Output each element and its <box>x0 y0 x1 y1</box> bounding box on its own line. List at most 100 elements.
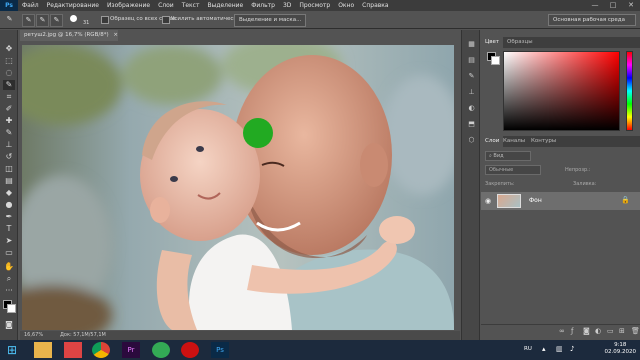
close-document-icon[interactable]: × <box>113 32 118 38</box>
3d-panel-icon[interactable]: ⬡ <box>466 136 477 145</box>
color-background-swatch[interactable] <box>491 56 500 65</box>
layer-filter-select[interactable]: ⌕ Вид <box>485 151 531 161</box>
history-panel-icon[interactable]: ▦ <box>466 40 477 49</box>
photo-canvas[interactable] <box>22 45 454 330</box>
photoshop-taskbar-icon[interactable]: Ps <box>211 342 229 358</box>
subtract-selection-icon[interactable]: ✎ <box>50 14 63 27</box>
type-tool-icon[interactable]: T <box>3 224 15 234</box>
tab-color[interactable]: Цвет <box>481 37 504 48</box>
media-player-icon[interactable] <box>64 342 82 358</box>
photoshop-logo: Ps <box>0 0 18 11</box>
history-brush-tool-icon[interactable]: ↺ <box>3 152 15 162</box>
blend-mode-select[interactable]: Обычные <box>485 165 541 175</box>
chrome-icon[interactable] <box>92 342 110 358</box>
menu-view[interactable]: Просмотр <box>295 0 334 11</box>
add-selection-icon[interactable]: ✎ <box>36 14 49 27</box>
language-indicator[interactable]: RU <box>524 346 532 352</box>
menu-filter[interactable]: Фильтр <box>247 0 279 11</box>
menu-image[interactable]: Изображение <box>103 0 154 11</box>
menu-file[interactable]: Файл <box>18 0 43 11</box>
menu-select[interactable]: Выделение <box>203 0 247 11</box>
file-explorer-icon[interactable] <box>34 342 52 358</box>
brush-size-value[interactable]: 31 <box>83 20 89 26</box>
volume-icon[interactable]: ♪ <box>570 345 574 353</box>
menu-text[interactable]: Текст <box>178 0 204 11</box>
gradient-tool-icon[interactable]: ▤ <box>3 176 15 186</box>
auto-enhance-checkbox[interactable] <box>162 16 170 24</box>
layer-mask-icon[interactable]: ◙ <box>583 327 590 335</box>
group-icon[interactable]: ▭ <box>607 327 614 335</box>
layer-style-icon[interactable]: ƒ <box>571 327 573 335</box>
select-and-mask-button[interactable]: Выделение и маска... <box>234 14 307 27</box>
properties-panel-icon[interactable]: ▤ <box>466 56 477 65</box>
maximize-button[interactable]: □ <box>604 0 622 11</box>
hand-tool-icon[interactable]: ✋ <box>3 262 15 272</box>
layer-filter-label: Вид <box>493 153 504 159</box>
zoom-tool-icon[interactable]: ⌕ <box>3 274 15 284</box>
network-icon[interactable]: ▥ <box>556 345 563 353</box>
new-selection-icon[interactable]: ✎ <box>22 14 35 27</box>
marquee-tool-icon[interactable]: ⬚ <box>3 56 15 66</box>
recorder-icon[interactable] <box>181 342 199 358</box>
document-tab[interactable]: ретуш2.jpg @ 16,7% (RGB/8*) × <box>20 30 118 41</box>
quick-selection-icon[interactable]: ✎ <box>4 14 15 25</box>
quick-mask-icon[interactable]: ◙ <box>3 320 15 330</box>
trash-icon[interactable]: 🗑 <box>631 327 640 335</box>
minimize-button[interactable]: — <box>586 0 604 11</box>
workspace-select[interactable]: Основная рабочая среда <box>548 14 636 26</box>
shape-tool-icon[interactable]: ▭ <box>3 248 15 258</box>
lock-label: Закрепить: <box>485 181 515 187</box>
color-picker-field[interactable] <box>503 51 620 131</box>
clock-date: 02.09.2020 <box>604 349 637 355</box>
tab-paths[interactable]: Контуры <box>527 136 560 147</box>
blur-tool-icon[interactable]: ◆ <box>3 188 15 198</box>
menu-edit[interactable]: Редактирование <box>43 0 103 11</box>
lasso-tool-icon[interactable]: ◌ <box>3 68 15 78</box>
dodge-tool-icon[interactable]: ● <box>3 200 15 210</box>
eyedropper-tool-icon[interactable]: ✐ <box>3 104 15 114</box>
menu-3d[interactable]: 3D <box>279 0 295 11</box>
eraser-tool-icon[interactable]: ◫ <box>3 164 15 174</box>
tab-swatches[interactable]: Образцы <box>503 37 537 48</box>
hue-slider[interactable] <box>626 51 633 131</box>
styles-panel-icon[interactable]: ⬒ <box>466 120 477 129</box>
crop-tool-icon[interactable]: ⌗ <box>3 92 15 102</box>
close-button[interactable]: ✕ <box>622 0 640 11</box>
brush-tool-icon[interactable]: ✎ <box>3 128 15 138</box>
more-tools-icon[interactable]: ··· <box>3 286 15 296</box>
premiere-icon[interactable]: Pr <box>122 342 140 358</box>
menu-layers[interactable]: Слои <box>154 0 178 11</box>
sample-all-layers-checkbox[interactable] <box>101 16 109 24</box>
pen-tool-icon[interactable]: ✒ <box>3 212 15 222</box>
path-selection-tool-icon[interactable]: ➤ <box>3 236 15 246</box>
menu-help[interactable]: Справка <box>358 0 392 11</box>
quick-selection-tool-icon[interactable]: ✎ <box>3 80 15 90</box>
clone-panel-icon[interactable]: ⊥ <box>466 88 477 97</box>
stamp-tool-icon[interactable]: ⊥ <box>3 140 15 150</box>
layer-thumbnail <box>497 194 521 208</box>
tray-icons[interactable]: ▴ <box>542 345 546 353</box>
chat-app-icon[interactable] <box>152 342 170 358</box>
tools-panel: ✥ ⬚ ◌ ✎ ⌗ ✐ ✚ ✎ ⊥ ↺ ◫ ▤ ◆ ● ✒ T ➤ ▭ ✋ ⌕ … <box>0 30 18 340</box>
new-layer-icon[interactable]: ⊞ <box>619 327 625 335</box>
layer-row[interactable]: ◉ Фон 🔒 <box>481 192 640 210</box>
brush-preview-icon[interactable] <box>70 15 77 22</box>
zoom-level[interactable]: 16,67% <box>24 331 43 340</box>
photo-image <box>22 45 454 330</box>
clock-time: 9:18 <box>614 342 627 348</box>
clock[interactable]: 9:18 02.09.2020 <box>605 342 637 356</box>
tab-channels[interactable]: Каналы <box>499 136 529 147</box>
brush-panel-icon[interactable]: ✎ <box>466 72 477 81</box>
move-tool-icon[interactable]: ✥ <box>3 44 15 54</box>
windows-taskbar: ⊞ Pr Ps RU ▴ ▥ ♪ 9:18 02.09.2020 <box>0 340 640 360</box>
healing-tool-icon[interactable]: ✚ <box>3 116 15 126</box>
adjustment-layer-icon[interactable]: ◐ <box>595 327 601 335</box>
link-layers-icon[interactable]: ∞ <box>559 327 565 335</box>
background-color-swatch[interactable] <box>7 304 16 313</box>
eye-icon[interactable]: ◉ <box>485 197 491 205</box>
start-button-icon[interactable]: ⊞ <box>3 342 21 358</box>
adjustments-panel-icon[interactable]: ◐ <box>466 104 477 113</box>
menu-window[interactable]: Окно <box>334 0 358 11</box>
search-icon: ⌕ <box>489 153 492 159</box>
lock-icon: 🔒 <box>621 196 630 204</box>
